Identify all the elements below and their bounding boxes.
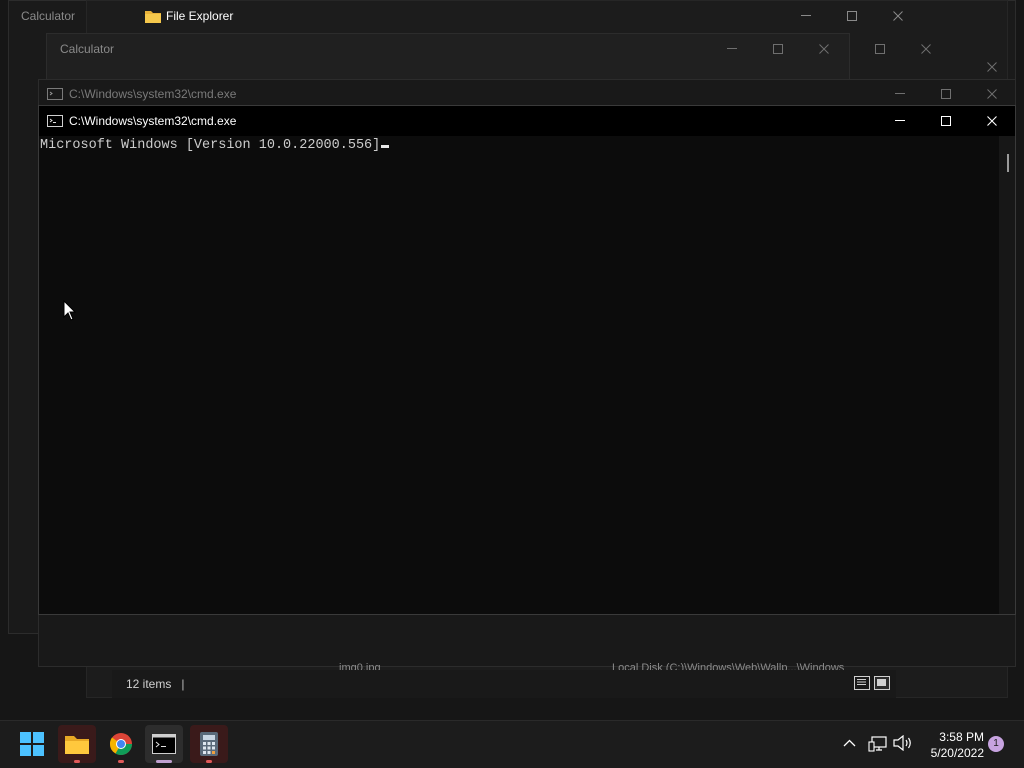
network-icon[interactable] [868, 735, 888, 753]
details-view-icon [857, 679, 866, 685]
close-icon [921, 44, 931, 54]
minimize-button[interactable] [877, 106, 923, 136]
close-button-behind[interactable] [903, 34, 949, 64]
console-text: Microsoft Windows [Version 10.0.22000.55… [40, 138, 381, 153]
maximize-icon [847, 11, 857, 21]
minimize-icon [727, 48, 737, 49]
close-icon [987, 62, 997, 72]
maximize-button[interactable] [923, 80, 969, 108]
taskbar-app-calculator[interactable] [190, 725, 228, 763]
cmd-icon [152, 734, 176, 754]
status-separator: | [181, 677, 185, 691]
calculator-icon [200, 732, 218, 756]
close-icon [987, 116, 997, 126]
cmd-icon [47, 115, 63, 127]
maximize-icon [773, 44, 783, 54]
chevron-up-icon[interactable] [843, 739, 856, 747]
taskbar-app-chrome[interactable] [102, 725, 140, 763]
large-icons-view-icon [877, 679, 886, 686]
folder-icon [65, 736, 89, 754]
running-indicator [118, 760, 124, 763]
title-bar[interactable]: C:\Windows\system32\cmd.exe [39, 106, 1015, 136]
chrome-icon [109, 733, 132, 755]
window-title: C:\Windows\system32\cmd.exe [69, 87, 237, 101]
close-button-behind[interactable] [969, 54, 1015, 80]
maximize-button[interactable] [923, 106, 969, 136]
minimize-button[interactable] [709, 34, 755, 64]
window-title: C:\Windows\system32\cmd.exe [69, 114, 237, 128]
close-button[interactable] [801, 34, 847, 64]
window-title: Calculator [60, 42, 115, 56]
taskbar: 3:58 PM 5/20/2022 [0, 720, 1024, 768]
clock[interactable]: 3:58 PM 5/20/2022 [918, 729, 984, 761]
maximize-icon [941, 116, 951, 126]
window-title: Calculator [21, 9, 76, 23]
volume-icon[interactable] [893, 735, 913, 751]
close-button[interactable] [875, 1, 921, 31]
close-icon [819, 44, 829, 54]
large-icons-view-button[interactable] [874, 676, 890, 690]
running-indicator [206, 760, 212, 763]
maximize-icon [875, 44, 885, 54]
vertical-scrollbar[interactable] [999, 136, 1015, 614]
close-button[interactable] [969, 80, 1015, 108]
taskbar-app-cmd[interactable] [145, 725, 183, 763]
explorer-status-bar: 12 items | [112, 670, 896, 698]
close-button[interactable] [969, 106, 1015, 136]
minimize-button[interactable] [877, 80, 923, 108]
title-bar[interactable]: C:\Windows\system32\cmd.exe [39, 80, 1015, 108]
close-icon [893, 11, 903, 21]
cmd-window[interactable]: C:\Windows\system32\cmd.exe Microsoft Wi… [38, 105, 1016, 615]
clock-time: 3:58 PM [939, 730, 984, 744]
minimize-icon [895, 93, 905, 94]
maximize-button[interactable] [829, 1, 875, 31]
active-indicator [156, 760, 172, 763]
windows-start-icon [20, 732, 44, 756]
taskbar-app-file-explorer[interactable] [58, 725, 96, 763]
details-view-button[interactable] [854, 676, 870, 690]
window-title: File Explorer [166, 9, 234, 23]
clock-date: 5/20/2022 [930, 746, 984, 760]
maximize-button[interactable] [755, 34, 801, 64]
minimize-icon [895, 120, 905, 121]
notification-badge[interactable]: 1 [988, 736, 1004, 752]
minimize-button[interactable] [783, 1, 829, 31]
maximize-button-behind[interactable] [857, 34, 903, 64]
folder-icon [145, 11, 161, 23]
cmd-icon [47, 88, 63, 100]
text-cursor [381, 145, 390, 148]
running-indicator [74, 760, 80, 763]
item-count: 12 items [126, 677, 172, 691]
close-icon [987, 89, 997, 99]
maximize-icon [941, 89, 951, 99]
start-button[interactable] [13, 725, 51, 763]
mouse-pointer-icon [63, 300, 77, 321]
scrollbar-thumb[interactable] [1007, 154, 1009, 172]
console-output[interactable]: Microsoft Windows [Version 10.0.22000.55… [39, 136, 999, 614]
minimize-icon [801, 15, 811, 16]
